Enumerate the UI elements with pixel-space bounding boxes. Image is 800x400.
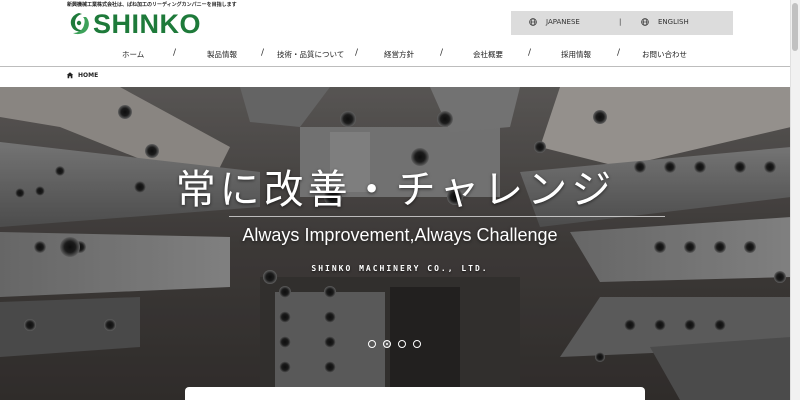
site-logo[interactable]: SHINKO [66, 9, 201, 39]
nav-item-products[interactable]: 製品情報 [207, 49, 237, 60]
page: 新興機械工業株式会社は、ばね加工のリーディングカンパニーを目指します SHINK… [0, 0, 791, 400]
nav-divider [0, 66, 791, 67]
nav-item-company[interactable]: 会社概要 [473, 49, 503, 60]
nav-item-contact[interactable]: お問い合わせ [642, 49, 687, 60]
language-switcher: JAPANESE | ENGLISH [511, 11, 733, 35]
breadcrumb: HOME [66, 71, 98, 79]
language-option-japanese[interactable]: JAPANESE [529, 18, 580, 26]
page-scrollbar[interactable] [790, 0, 800, 400]
logo-mark-icon [70, 13, 89, 35]
main-nav: ホーム / 製品情報 / 技術・品質について / 経営方針 / 会社概要 / 採… [0, 46, 791, 64]
hero-slider: 常に改善・チャレンジ Always Improvement,Always Cha… [0, 87, 791, 400]
home-icon [66, 72, 74, 79]
slider-dot-active[interactable] [383, 340, 391, 348]
nav-item-home[interactable]: ホーム [122, 49, 144, 60]
globe-icon [529, 18, 537, 26]
breadcrumb-home-link[interactable]: HOME [78, 72, 98, 79]
language-label: JAPANESE [546, 18, 580, 26]
language-option-english[interactable]: ENGLISH [641, 18, 689, 26]
scrollbar-thumb[interactable] [792, 3, 798, 51]
nav-separator: / [528, 48, 532, 58]
hero-company-name: SHINKO MACHINERY CO., LTD. [311, 264, 489, 273]
nav-item-technology-quality[interactable]: 技術・品質について [277, 49, 344, 60]
hero-subtitle: Always Improvement,Always Challenge [242, 225, 558, 245]
nav-separator: / [440, 48, 444, 58]
language-separator: | [619, 18, 622, 26]
nav-item-recruit[interactable]: 採用情報 [561, 49, 591, 60]
nav-separator: / [355, 48, 359, 58]
nav-item-policy[interactable]: 経営方針 [384, 49, 414, 60]
slider-dot[interactable] [413, 340, 421, 348]
content-card-top [185, 387, 645, 400]
slider-dot[interactable] [398, 340, 406, 348]
header-tagline: 新興機械工業株式会社は、ばね加工のリーディングカンパニーを目指します [67, 2, 237, 8]
hero-divider [229, 216, 665, 217]
hero-title: 常に改善・チャレンジ [175, 167, 616, 213]
slider-pagination [368, 340, 421, 348]
globe-icon [641, 18, 649, 26]
language-label: ENGLISH [658, 18, 689, 26]
nav-separator: / [617, 48, 621, 58]
logo-text: SHINKO [93, 8, 202, 39]
nav-separator: / [173, 48, 177, 58]
nav-separator: / [261, 48, 265, 58]
slider-dot[interactable] [368, 340, 376, 348]
